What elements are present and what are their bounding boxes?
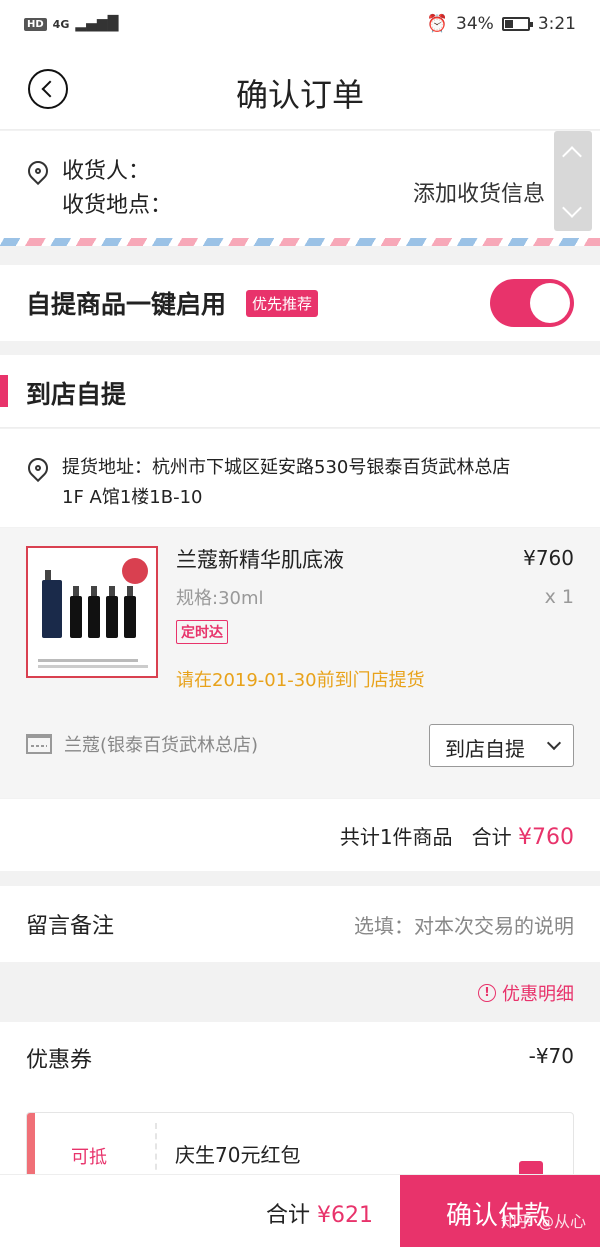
- nav-bar: 确认订单: [0, 48, 600, 130]
- serum-bottle-icon: [124, 586, 136, 638]
- pickup-toggle-label: 自提商品一键启用: [26, 290, 227, 319]
- watermark: 知乎 @从心: [500, 1212, 586, 1231]
- shop-name: 兰蔻(银泰百货武林总店): [64, 735, 259, 756]
- product-spec: 规格:30ml: [176, 588, 264, 609]
- switch-knob: [530, 283, 570, 323]
- envelope-stripe-divider: [0, 238, 600, 246]
- signal-icon: 4G: [52, 17, 70, 31]
- coupon-deduct-label: 可抵: [71, 1147, 107, 1168]
- info-icon: !: [478, 984, 496, 1002]
- section-accent-bar: [0, 375, 8, 407]
- product-image[interactable]: [26, 546, 158, 678]
- product-seal-icon: [122, 558, 148, 584]
- image-caption-line: [38, 665, 148, 668]
- page-title: 确认订单: [235, 76, 364, 114]
- serum-bottle-icon: [42, 570, 62, 638]
- product-card: 兰蔻新精华肌底液 ¥760 规格:30ml x 1 定时达 请在2019-01-…: [0, 528, 600, 798]
- location-pin-icon: [23, 453, 53, 483]
- pickup-address-row: 提货地址：杭州市下城区延安路530号银泰百货武林总店 1F A馆1楼1B-10: [0, 429, 600, 527]
- location-pin-icon: [23, 156, 53, 186]
- subtotal-row: 共计1件商品 合计 ¥760: [0, 799, 600, 871]
- discount-detail-bar: ! 优惠明细: [0, 962, 600, 1022]
- receiver-label: 收货人：: [62, 159, 151, 184]
- remark-input[interactable]: 选填：对本次交易的说明: [354, 910, 574, 939]
- recommend-badge: 优先推荐: [246, 290, 319, 317]
- section-title: 到店自提: [26, 380, 127, 409]
- scroll-down-icon[interactable]: [562, 198, 582, 218]
- delivery-method-select[interactable]: 到店自提: [429, 724, 574, 767]
- pickup-address-text: 提货地址：杭州市下城区延安路530号银泰百货武林总店 1F A馆1楼1B-10: [62, 457, 511, 508]
- total-label: 合计: [266, 1203, 311, 1228]
- total-summary: 合计 ¥621: [266, 1197, 373, 1229]
- serum-bottle-icon: [88, 586, 100, 638]
- serum-bottle-icon: [70, 586, 82, 638]
- hd-badge: HD: [24, 17, 47, 31]
- page-scroll-control[interactable]: [554, 131, 592, 231]
- serum-bottle-icon: [106, 586, 118, 638]
- coupon-label: 优惠券: [26, 1048, 93, 1073]
- pickup-toggle-row: 自提商品一键启用 优先推荐: [0, 265, 600, 341]
- chevron-down-icon: [546, 735, 562, 751]
- shop-icon: [26, 734, 52, 754]
- alarm-icon: ⏰: [426, 14, 449, 34]
- product-qty: x 1: [544, 586, 574, 608]
- subtotal-value: ¥760: [518, 825, 574, 850]
- signal-bars-icon: ▂▄▆█: [75, 16, 119, 32]
- delivery-method-value: 到店自提: [445, 737, 525, 761]
- remark-row[interactable]: 留言备注 选填：对本次交易的说明: [0, 886, 600, 962]
- coupon-name: 庆生70元红包: [175, 1143, 301, 1167]
- location-label: 收货地点：: [62, 193, 173, 218]
- remark-label: 留言备注: [26, 914, 115, 939]
- total-value: ¥621: [317, 1203, 374, 1228]
- battery-icon: [501, 17, 533, 31]
- subtotal-label: 合计: [471, 825, 512, 849]
- product-name[interactable]: 兰蔻新精华肌底液: [176, 544, 344, 574]
- product-price: ¥760: [523, 546, 574, 570]
- image-caption-line: [38, 659, 138, 662]
- add-address-link[interactable]: 添加收货信息: [413, 176, 545, 208]
- battery-percent: 34%: [456, 14, 494, 34]
- discount-detail-label: 优惠明细: [502, 984, 574, 1005]
- coupon-amount: -¥70: [528, 1044, 574, 1068]
- status-bar: HD 4G ▂▄▆█ ⏰ 34% 3:21: [0, 0, 600, 48]
- pickup-switch[interactable]: [490, 279, 574, 327]
- item-count: 共计1件商品: [339, 825, 453, 849]
- discount-detail-link[interactable]: ! 优惠明细: [478, 980, 574, 1006]
- store-pickup-header: 到店自提: [0, 355, 600, 428]
- delivery-tag: 定时达: [176, 620, 228, 644]
- clock: 3:21: [537, 14, 576, 34]
- pickup-deadline-note: 请在2019-01-30前到门店提货: [176, 670, 425, 691]
- subtotal-text: 共计1件商品 合计 ¥760: [340, 821, 574, 850]
- delivery-address-row[interactable]: 收货人： 收货地点： 添加收货信息: [0, 131, 600, 246]
- scroll-up-icon[interactable]: [562, 146, 582, 166]
